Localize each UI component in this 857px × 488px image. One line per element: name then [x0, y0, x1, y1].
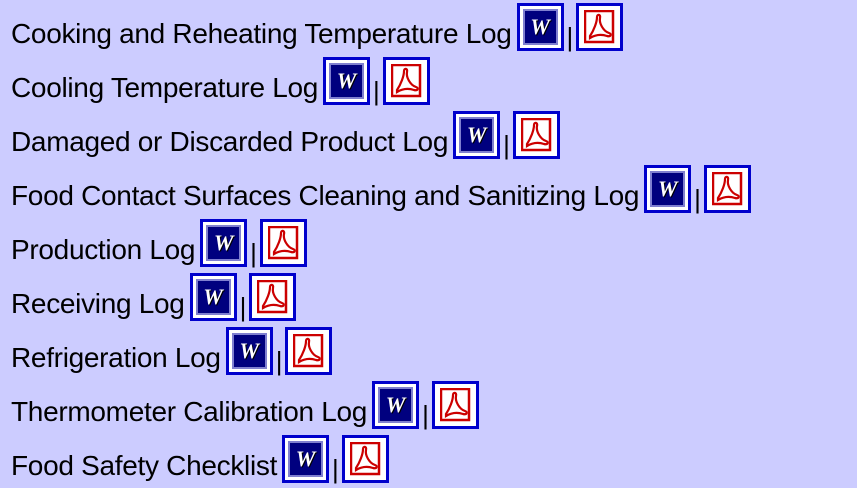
doc-title: Thermometer Calibration Log: [11, 396, 368, 427]
word-doc-icon: W: [522, 9, 558, 45]
doc-row: Refrigeration Log W |: [11, 324, 857, 378]
word-download-link[interactable]: W: [225, 327, 273, 375]
link-separator: |: [250, 238, 257, 268]
word-download-link[interactable]: W: [516, 3, 564, 51]
pdf-download-link[interactable]: [431, 381, 479, 429]
doc-row: Cooking and Reheating Temperature Log W |: [11, 0, 857, 54]
word-doc-icon: W: [329, 63, 365, 99]
link-separator: |: [373, 76, 380, 106]
word-download-link[interactable]: W: [372, 381, 420, 429]
doc-row: Production Log W |: [11, 216, 857, 270]
doc-title: Cooling Temperature Log: [11, 72, 319, 103]
word-icon-glyph: W: [530, 14, 550, 39]
word-icon-glyph: W: [336, 68, 357, 93]
pdf-download-link[interactable]: [703, 165, 751, 213]
doc-title: Receiving Log: [11, 288, 185, 319]
doc-title: Damaged or Discarded Product Log: [11, 126, 449, 157]
pdf-download-link[interactable]: [285, 327, 333, 375]
pdf-download-link[interactable]: [512, 111, 560, 159]
link-separator: |: [422, 400, 429, 430]
word-doc-icon: W: [650, 171, 686, 207]
link-separator: |: [503, 130, 510, 160]
doc-title: Food Safety Checklist: [11, 450, 278, 481]
doc-title: Refrigeration Log: [11, 342, 221, 373]
word-doc-icon: W: [206, 225, 242, 261]
link-separator: |: [275, 346, 283, 376]
doc-row: Receiving Log W |: [11, 270, 857, 324]
word-doc-icon: W: [288, 441, 324, 477]
link-separator: |: [332, 454, 339, 484]
pdf-download-link[interactable]: [382, 57, 430, 105]
pdf-download-link[interactable]: [576, 3, 624, 51]
pdf-download-link[interactable]: [249, 273, 297, 321]
word-download-link[interactable]: W: [200, 219, 248, 267]
doc-title: Production Log: [11, 234, 196, 265]
document-list: Cooking and Reheating Temperature Log W | C…: [11, 0, 857, 486]
doc-row: Food Contact Surfaces Cleaning and Sanit…: [11, 162, 857, 216]
pdf-download-link[interactable]: [341, 435, 389, 483]
doc-row: Food Safety Checklist W |: [11, 432, 857, 486]
word-icon-glyph: W: [466, 122, 487, 147]
word-doc-icon: W: [378, 387, 414, 423]
word-icon-glyph: W: [295, 446, 316, 471]
doc-row: Damaged or Discarded Product Log W |: [11, 108, 857, 162]
link-separator: |: [694, 184, 701, 214]
doc-title: Cooking and Reheating Temperature Log: [11, 18, 512, 49]
link-separator: |: [239, 292, 247, 322]
word-icon-glyph: W: [203, 284, 223, 309]
word-doc-icon: W: [459, 117, 495, 153]
pdf-download-link[interactable]: [259, 219, 307, 267]
link-separator: |: [566, 22, 574, 52]
word-doc-icon: W: [231, 333, 267, 369]
word-icon-glyph: W: [239, 338, 259, 363]
word-download-link[interactable]: W: [189, 273, 237, 321]
word-icon-glyph: W: [213, 230, 234, 255]
word-download-link[interactable]: W: [453, 111, 501, 159]
word-icon-glyph: W: [385, 392, 406, 417]
word-doc-icon: W: [195, 279, 231, 315]
doc-row: Thermometer Calibration Log W |: [11, 378, 857, 432]
word-icon-glyph: W: [657, 176, 678, 201]
doc-row: Cooling Temperature Log W |: [11, 54, 857, 108]
doc-title: Food Contact Surfaces Cleaning and Sanit…: [11, 180, 640, 211]
word-download-link[interactable]: W: [282, 435, 330, 483]
word-download-link[interactable]: W: [323, 57, 371, 105]
word-download-link[interactable]: W: [644, 165, 692, 213]
